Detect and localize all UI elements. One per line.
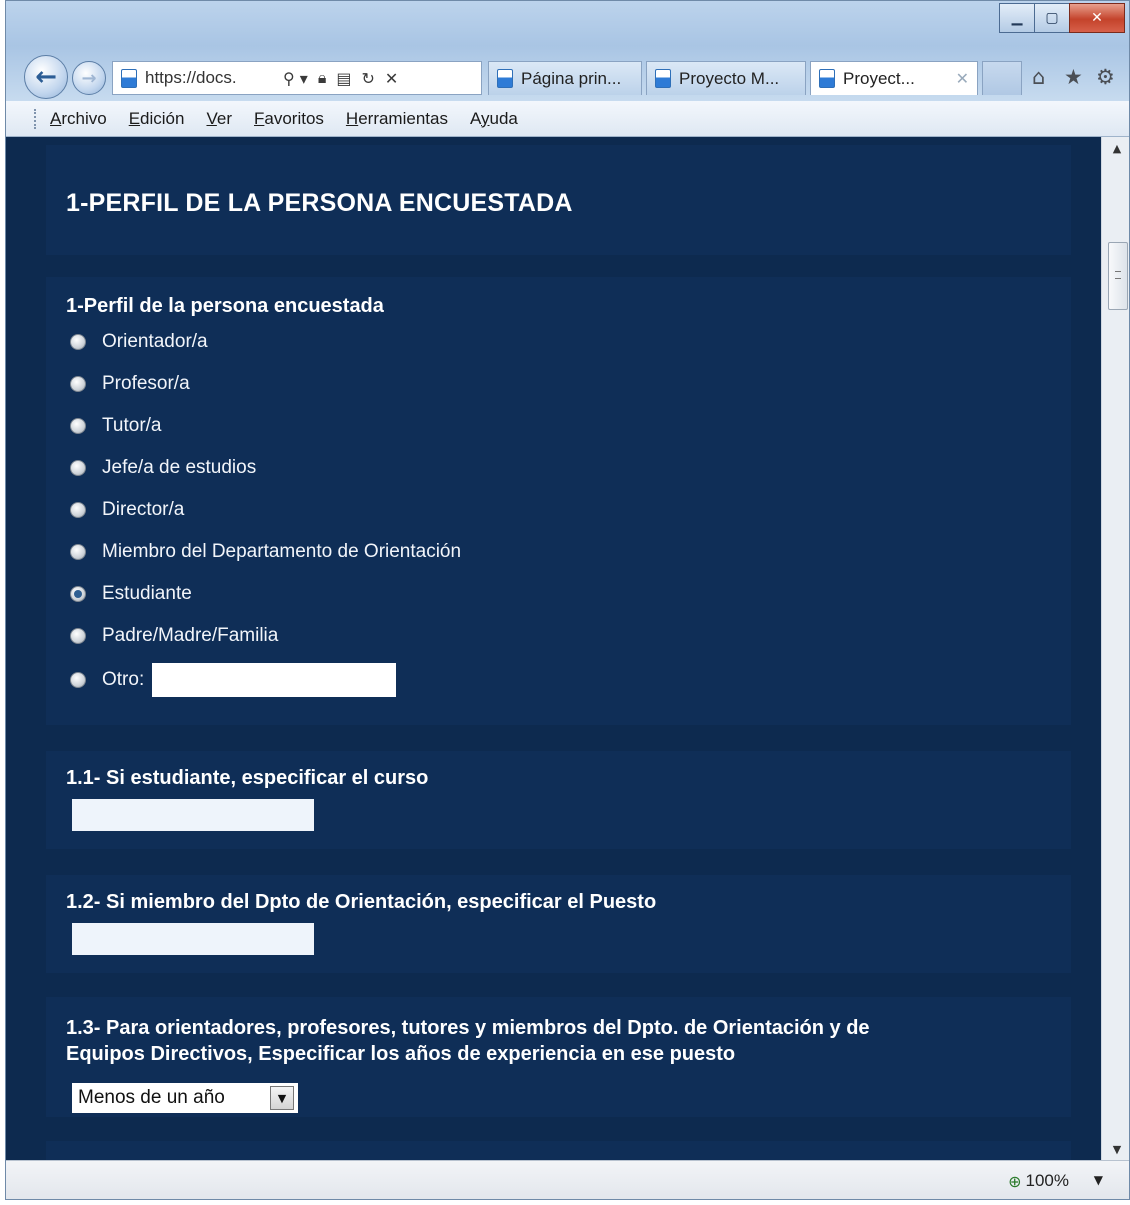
- option-profesor[interactable]: Profesor/a: [70, 373, 190, 395]
- tab-proyecto-m[interactable]: Proyecto M...: [646, 61, 806, 95]
- radio-button[interactable]: [70, 544, 86, 560]
- lock-icon[interactable]: 🔒︎: [318, 68, 327, 88]
- menu-ayuda[interactable]: Ayuda: [470, 109, 518, 129]
- tab-label: Proyecto M...: [679, 68, 780, 88]
- search-icon[interactable]: ⚲ ▾: [283, 69, 308, 88]
- compatibility-icon[interactable]: ▤: [336, 69, 351, 88]
- option-tutor[interactable]: Tutor/a: [70, 415, 162, 437]
- home-icon[interactable]: ⌂: [1032, 65, 1045, 89]
- address-bar[interactable]: https://docs. ⚲ ▾ 🔒︎ ▤ ↻ ✕: [112, 61, 482, 95]
- curso-input[interactable]: [72, 799, 314, 831]
- question-title: 1.2- Si miembro del Dpto de Orientación,…: [66, 891, 657, 913]
- refresh-icon[interactable]: ↻: [361, 69, 374, 88]
- option-otro[interactable]: Otro:: [70, 663, 397, 697]
- page-content: 1-PERFIL DE LA PERSONA ENCUESTADA 1-Perf…: [6, 137, 1101, 1160]
- forward-button[interactable]: →: [72, 61, 106, 95]
- address-url[interactable]: https://docs.: [145, 68, 273, 88]
- close-icon[interactable]: ✕: [1069, 3, 1125, 33]
- minimize-icon[interactable]: ▁: [999, 3, 1035, 33]
- option-jefe-estudios[interactable]: Jefe/a de estudios: [70, 457, 256, 479]
- chevron-down-icon[interactable]: ▼: [270, 1086, 294, 1110]
- zoom-level: 100%: [1025, 1171, 1069, 1190]
- menu-edicion[interactable]: Edición: [129, 109, 185, 129]
- maximize-icon[interactable]: ▢: [1034, 3, 1070, 33]
- page-icon: [819, 69, 835, 88]
- option-estudiante[interactable]: Estudiante: [70, 583, 192, 605]
- page-icon: [497, 69, 513, 88]
- tab-proyecto-active[interactable]: Proyect... ✕: [810, 61, 978, 95]
- status-bar: ⊕ 100% ▼: [6, 1160, 1129, 1199]
- back-button[interactable]: ←: [24, 55, 68, 99]
- option-miembro-orientacion[interactable]: Miembro del Departamento de Orientación: [70, 541, 461, 563]
- radio-button[interactable]: [70, 672, 86, 688]
- question-title: 1.1- Si estudiante, especificar el curso: [66, 767, 429, 789]
- radio-button-checked[interactable]: [70, 586, 86, 602]
- radio-button[interactable]: [70, 460, 86, 476]
- navigation-row: ← → https://docs. ⚲ ▾ 🔒︎ ▤ ↻ ✕ Página pr…: [16, 53, 1121, 99]
- question-experiencia: 1.3- Para orientadores, profesores, tuto…: [46, 997, 1071, 1117]
- zoom-dropdown-icon[interactable]: ▼: [1094, 1173, 1103, 1187]
- option-director[interactable]: Director/a: [70, 499, 184, 521]
- gear-icon[interactable]: ⚙: [1096, 65, 1115, 89]
- menu-grip: [34, 109, 36, 129]
- experiencia-select[interactable]: Menos de un año ▼: [72, 1083, 298, 1113]
- scroll-up-icon[interactable]: ▲: [1102, 137, 1129, 159]
- otro-text-input[interactable]: [152, 663, 397, 697]
- menu-ver[interactable]: Ver: [206, 109, 232, 129]
- window-controls: ▁ ▢ ✕: [999, 3, 1125, 33]
- radio-button[interactable]: [70, 502, 86, 518]
- back-arrow-icon: ←: [35, 62, 57, 92]
- grip-icon: [1115, 271, 1121, 279]
- browser-window: ▁ ▢ ✕ ← → https://docs. ⚲ ▾ 🔒︎ ▤ ↻ ✕ Pág…: [5, 0, 1130, 1200]
- scroll-thumb[interactable]: [1108, 242, 1128, 310]
- question-puesto: 1.2- Si miembro del Dpto de Orientación,…: [46, 875, 1071, 973]
- page-title: 1-PERFIL DE LA PERSONA ENCUESTADA: [66, 189, 573, 217]
- option-familia[interactable]: Padre/Madre/Familia: [70, 625, 278, 647]
- question-curso: 1.1- Si estudiante, especificar el curso: [46, 751, 1071, 849]
- radio-button[interactable]: [70, 334, 86, 350]
- radio-button[interactable]: [70, 628, 86, 644]
- tab-close-icon[interactable]: ✕: [956, 69, 969, 88]
- form-header: 1-PERFIL DE LA PERSONA ENCUESTADA: [46, 145, 1071, 255]
- title-bar: ▁ ▢ ✕ ← → https://docs. ⚲ ▾ 🔒︎ ▤ ↻ ✕ Pág…: [6, 1, 1129, 101]
- scroll-down-icon[interactable]: ▼: [1102, 1138, 1129, 1160]
- stop-icon[interactable]: ✕: [385, 69, 398, 88]
- option-orientador[interactable]: Orientador/a: [70, 331, 208, 353]
- tab-label: Página prin...: [521, 68, 622, 88]
- forward-arrow-icon: →: [81, 67, 97, 89]
- page-icon: [655, 69, 671, 88]
- favorites-star-icon[interactable]: ★: [1064, 65, 1083, 89]
- tab-pagina-principal[interactable]: Página prin...: [488, 61, 642, 95]
- menu-archivo[interactable]: Archivo: [50, 109, 107, 129]
- menu-bar: Archivo Edición Ver Favoritos Herramient…: [6, 101, 1129, 137]
- menu-favoritos[interactable]: Favoritos: [254, 109, 324, 129]
- question-title: 1-Perfil de la persona encuestada: [66, 295, 384, 317]
- radio-button[interactable]: [70, 418, 86, 434]
- menu-herramientas[interactable]: Herramientas: [346, 109, 448, 129]
- tab-label: Proyect...: [843, 68, 915, 88]
- puesto-input[interactable]: [72, 923, 314, 955]
- radio-button[interactable]: [70, 376, 86, 392]
- select-value: Menos de un año: [78, 1087, 225, 1108]
- zoom-control[interactable]: ⊕ 100%: [1008, 1171, 1069, 1191]
- zoom-icon: ⊕: [1008, 1171, 1022, 1191]
- new-tab-button[interactable]: [982, 61, 1022, 95]
- next-section: [46, 1141, 1071, 1160]
- page-icon: [121, 68, 137, 88]
- vertical-scrollbar[interactable]: ▲ ▼: [1101, 137, 1129, 1160]
- question-perfil: 1-Perfil de la persona encuestada Orient…: [46, 277, 1071, 725]
- question-title: 1.3- Para orientadores, profesores, tuto…: [66, 1017, 870, 1065]
